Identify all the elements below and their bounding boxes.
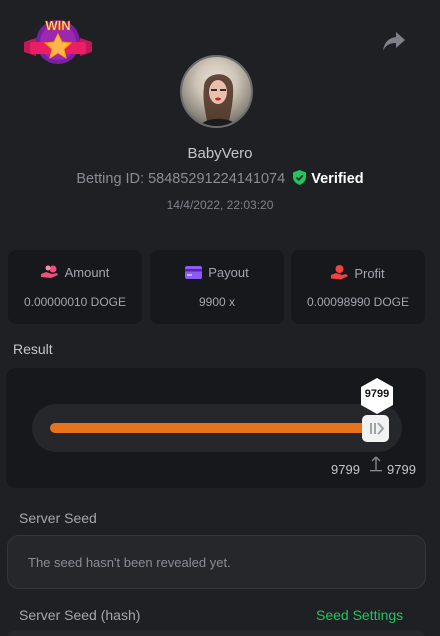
betting-id-label: Betting ID: (76, 171, 145, 187)
server-seed-hash-label: Server Seed (hash) (19, 607, 141, 623)
bet-datetime: 14/4/2022, 22:03:20 (166, 198, 274, 212)
verified-label: Verified (311, 171, 364, 187)
avatar-photo (199, 74, 238, 126)
payout-label: Payout (208, 265, 249, 280)
money-hand-icon (331, 265, 349, 280)
verified-shield-icon (293, 170, 307, 185)
server-seed-label: Server Seed (19, 510, 97, 526)
result-value: 9799 (364, 388, 390, 400)
amount-label: Amount (64, 265, 110, 280)
server-seed-hash-field[interactable] (7, 630, 426, 636)
amount-value: 0.00000010 DOGE (23, 295, 127, 309)
target-value-right: 9799 (387, 462, 416, 477)
arrow-up-icon (370, 456, 382, 472)
wallet-card-icon (185, 266, 203, 279)
slider-grip-icon (370, 422, 385, 435)
betting-id-row: Betting ID: 58485291224141074 Verified (0, 170, 440, 187)
profit-card: Profit 0.00098990 DOGE (291, 250, 425, 324)
share-arrow-icon[interactable] (382, 30, 406, 52)
win-logo: WIN (24, 18, 92, 64)
payout-value: 9900 x (198, 295, 236, 309)
seed-settings-link[interactable]: Seed Settings (316, 607, 403, 623)
amount-card: Amount 0.00000010 DOGE (8, 250, 142, 324)
profit-value: 0.00098990 DOGE (306, 295, 410, 309)
result-slider-fill (50, 423, 369, 433)
username: BabyVero (187, 145, 253, 162)
payout-card: Payout 9900 x (150, 250, 284, 324)
logo-text: WIN (45, 18, 70, 33)
server-seed-placeholder: The seed hasn't been revealed yet. (28, 555, 231, 570)
profit-label: Profit (354, 266, 385, 281)
coins-hand-icon (40, 265, 58, 278)
avatar (180, 55, 253, 128)
result-slider-handle[interactable] (362, 415, 389, 442)
betting-id-value: 58485291224141074 (148, 171, 286, 187)
server-seed-field[interactable]: The seed hasn't been revealed yet. (7, 535, 426, 589)
result-title: Result (13, 341, 53, 357)
target-value-left: 9799 (331, 462, 360, 477)
